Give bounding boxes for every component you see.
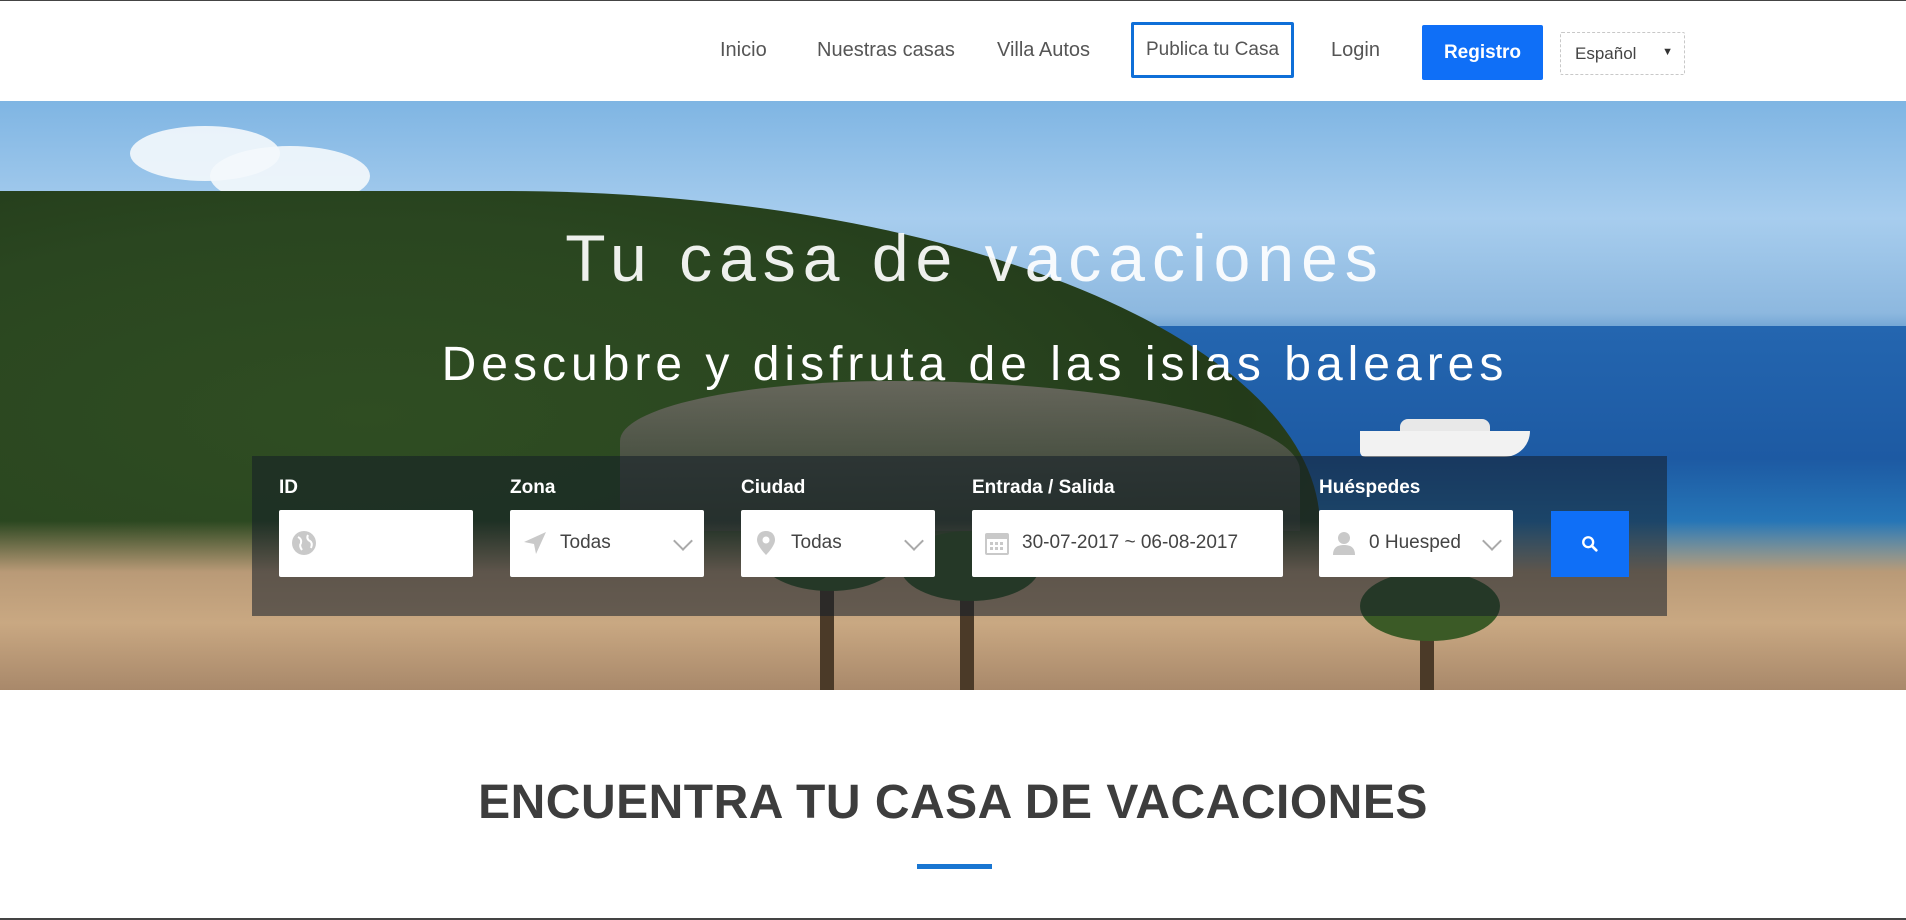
dates-input[interactable]: 30-07-2017 ~ 06-08-2017	[972, 510, 1283, 577]
login-link[interactable]: Login	[1331, 39, 1380, 62]
nav-link-villa-autos[interactable]: Villa Autos	[997, 39, 1090, 62]
id-label: ID	[279, 477, 298, 498]
zona-label: Zona	[510, 477, 556, 498]
map-marker-icon	[757, 531, 775, 555]
nav-link-nuestras-casas[interactable]: Nuestras casas	[817, 39, 955, 62]
hero-banner: Tu casa de vacaciones Descubre y disfrut…	[0, 101, 1906, 690]
id-field[interactable]	[279, 510, 473, 577]
chevron-down-icon	[904, 531, 924, 551]
guests-label: Huéspedes	[1319, 477, 1421, 498]
zona-select[interactable]: Todas	[510, 510, 704, 577]
zona-value: Todas	[560, 532, 611, 553]
dates-value: 30-07-2017 ~ 06-08-2017	[1022, 532, 1239, 553]
search-button[interactable]	[1551, 511, 1629, 577]
guests-select[interactable]: 0 Huesped	[1319, 510, 1513, 577]
section-title-underline	[917, 864, 992, 869]
register-button[interactable]: Registro	[1422, 25, 1543, 80]
publish-house-button[interactable]: Publica tu Casa	[1131, 22, 1294, 78]
chevron-down-icon	[673, 531, 693, 551]
search-icon	[1582, 536, 1598, 552]
guests-value: 0 Huesped	[1369, 532, 1461, 553]
section-title: ENCUENTRA TU CASA DE VACACIONES	[478, 776, 1428, 829]
ciudad-value: Todas	[791, 532, 842, 553]
location-arrow-icon	[524, 532, 546, 554]
ciudad-label: Ciudad	[741, 477, 806, 498]
yacht-decoration	[1360, 431, 1530, 457]
globe-icon	[292, 531, 316, 555]
dates-label: Entrada / Salida	[972, 477, 1115, 498]
ciudad-select[interactable]: Todas	[741, 510, 935, 577]
site-header: Inicio Nuestras casas Villa Autos Public…	[0, 1, 1906, 101]
chevron-down-icon	[1482, 531, 1502, 551]
hero-subtitle: Descubre y disfruta de las islas baleare…	[441, 338, 1509, 391]
nav-link-inicio[interactable]: Inicio	[720, 39, 767, 62]
caret-down-icon: ▼	[1662, 46, 1673, 58]
calendar-icon	[985, 533, 1009, 555]
hero-title: Tu casa de vacaciones	[565, 221, 1385, 295]
user-icon	[1333, 532, 1355, 555]
language-select[interactable]: Español ▼	[1560, 32, 1685, 75]
language-value: Español	[1575, 43, 1637, 63]
